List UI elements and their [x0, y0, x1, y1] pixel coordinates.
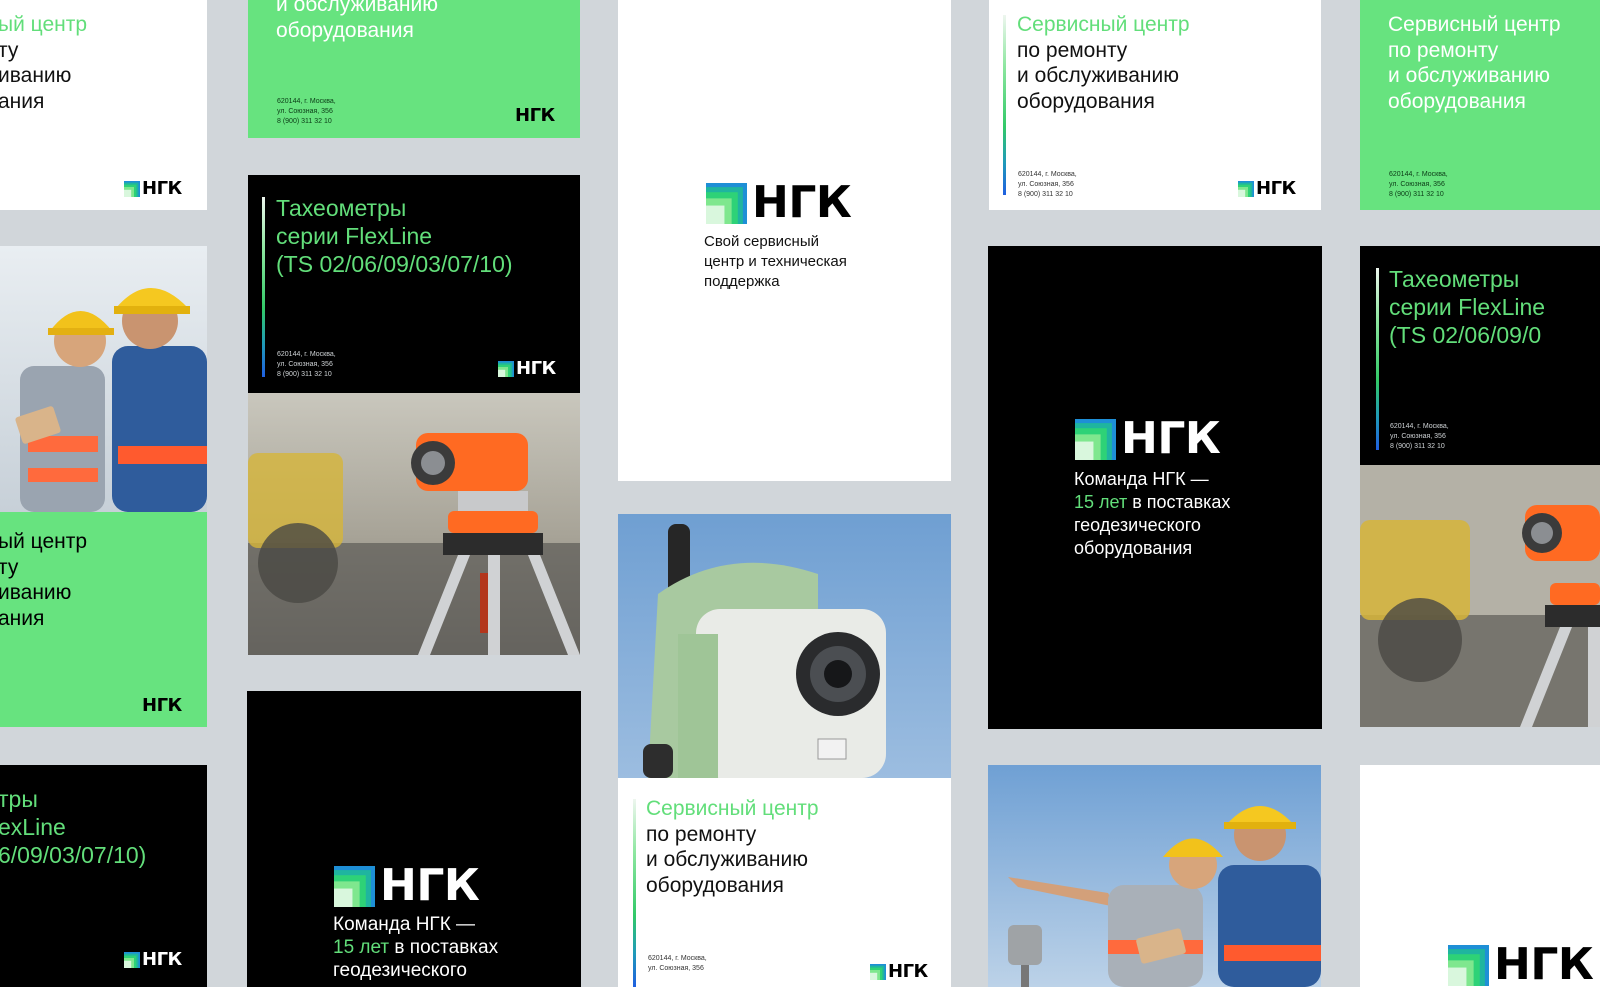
ngk-logo: НГК	[1448, 939, 1594, 987]
team-text: Команда НГК — 15 лет в поставках геодези…	[333, 914, 499, 981]
ngk-logo-mark-icon	[706, 182, 747, 224]
gradient-bar	[1376, 268, 1379, 450]
card-logo-white-col5: НГК	[1360, 765, 1600, 987]
ngk-logo-mark-icon	[124, 181, 140, 197]
ngk-logo: НГК	[870, 963, 928, 981]
ngk-logo: НГК	[1075, 413, 1221, 464]
ngk-logo: НГК	[706, 177, 852, 228]
ngk-logo: НГК	[498, 360, 556, 378]
logo-wordmark: НГК	[1121, 413, 1221, 464]
workers-photo	[988, 765, 1321, 987]
address-block: 620144, г. Москва, ул. Союзная, 356 8 (9…	[277, 98, 336, 125]
service-title: Сервисный центр по ремонту и обслуживани…	[646, 797, 819, 897]
card-team-black-col4: НГК Команда НГК — 15 лет в поставках гео…	[988, 246, 1322, 729]
address-block: 620144, г. Москва, ул. Союзная, 356 8 (9…	[1390, 423, 1449, 450]
card-flexline-black-col1: тры exLine 6/09/03/07/10) НГК	[0, 765, 207, 987]
card-service-white-col1: ый центр ту иванию ания НГК	[0, 0, 207, 210]
card-team-black-col2: НГК Команда НГК — 15 лет в поставках гео…	[247, 691, 581, 987]
gradient-bar	[633, 799, 636, 987]
ngk-logo: НГК	[124, 180, 182, 198]
ngk-logo-mark-icon	[124, 952, 140, 968]
logo-wordmark: НГК	[142, 949, 182, 970]
workers-photo	[0, 246, 207, 512]
ngk-logo: НГК	[142, 697, 182, 715]
card-workers-photo-col4	[988, 765, 1321, 987]
card-flexline-level-col5: Тахеометры серии FlexLine (TS 02/06/09/0…	[1360, 246, 1600, 727]
logo-wordmark: НГК	[142, 695, 182, 716]
card-service-green-col5: Сервисный центр по ремонту и обслуживани…	[1360, 0, 1600, 210]
card-workers-photo-col1: ый центр ту иванию ания НГК	[0, 246, 207, 727]
gradient-bar	[1003, 15, 1006, 195]
address-block: 620144, г. Москва, ул. Союзная, 356 8 (9…	[1389, 171, 1448, 198]
address-block: 620144, г. Москва, ул. Союзная, 356 8 (9…	[1018, 171, 1077, 198]
logo-wordmark: НГК	[515, 105, 555, 126]
ngk-logo: НГК	[1238, 180, 1296, 198]
service-title: ый центр ту иванию ания	[0, 530, 88, 630]
logo-wordmark: НГК	[380, 860, 480, 911]
address-block: 620144, г. Москва, ул. Союзная, 356	[648, 955, 707, 972]
logo-wordmark: НГК	[516, 358, 556, 379]
ngk-logo-mark-icon	[1238, 181, 1254, 197]
card-totalstation-service-col3: Сервисный центр по ремонту и обслуживани…	[618, 514, 951, 987]
logo-wordmark: НГК	[1494, 939, 1594, 987]
logo-wordmark: НГК	[142, 178, 182, 199]
flexline-title: Тахеометры серии FlexLine (TS 02/06/09/0	[1389, 266, 1546, 348]
logo-wordmark: НГК	[888, 961, 928, 982]
card-tagline-white-col3: НГК Свой сервисный центр и техническая п…	[618, 0, 951, 481]
ngk-logo-mark-icon	[1448, 944, 1489, 986]
ngk-logo-mark-icon	[334, 865, 375, 907]
service-title: ый центр ту иванию ания	[0, 13, 88, 113]
card-service-white-col4: Сервисный центр по ремонту и обслуживани…	[989, 0, 1321, 210]
logo-wordmark: НГК	[1256, 178, 1296, 199]
flexline-title: Тахеометры серии FlexLine (TS 02/06/09/0…	[276, 195, 513, 277]
card-service-green-col2: и обслуживанию оборудования 620144, г. М…	[248, 0, 580, 138]
flexline-title: тры exLine 6/09/03/07/10)	[0, 786, 147, 868]
level-instrument-photo	[248, 393, 580, 655]
gradient-bar	[262, 197, 265, 377]
ngk-logo-mark-icon	[498, 361, 514, 377]
service-title: Сервисный центр по ремонту и обслуживани…	[1388, 13, 1561, 113]
card-flexline-level-col2: Тахеометры серии FlexLine (TS 02/06/09/0…	[248, 175, 580, 655]
ngk-logo-mark-icon	[1075, 418, 1116, 460]
team-text: Команда НГК — 15 лет в поставках геодези…	[1074, 469, 1231, 558]
level-instrument-photo	[1360, 465, 1600, 727]
ngk-logo: НГК	[334, 860, 480, 911]
ngk-logo: НГК	[515, 107, 555, 125]
address-block: 620144, г. Москва, ул. Союзная, 356 8 (9…	[277, 351, 336, 378]
total-station-photo	[618, 514, 951, 778]
tagline-text: Свой сервисный центр и техническая подде…	[704, 233, 847, 290]
ngk-logo: НГК	[124, 951, 182, 969]
logo-wordmark: НГК	[752, 177, 852, 228]
service-title: Сервисный центр по ремонту и обслуживани…	[1017, 13, 1190, 113]
service-title: и обслуживанию оборудования	[276, 0, 438, 42]
ngk-logo-mark-icon	[870, 964, 886, 980]
